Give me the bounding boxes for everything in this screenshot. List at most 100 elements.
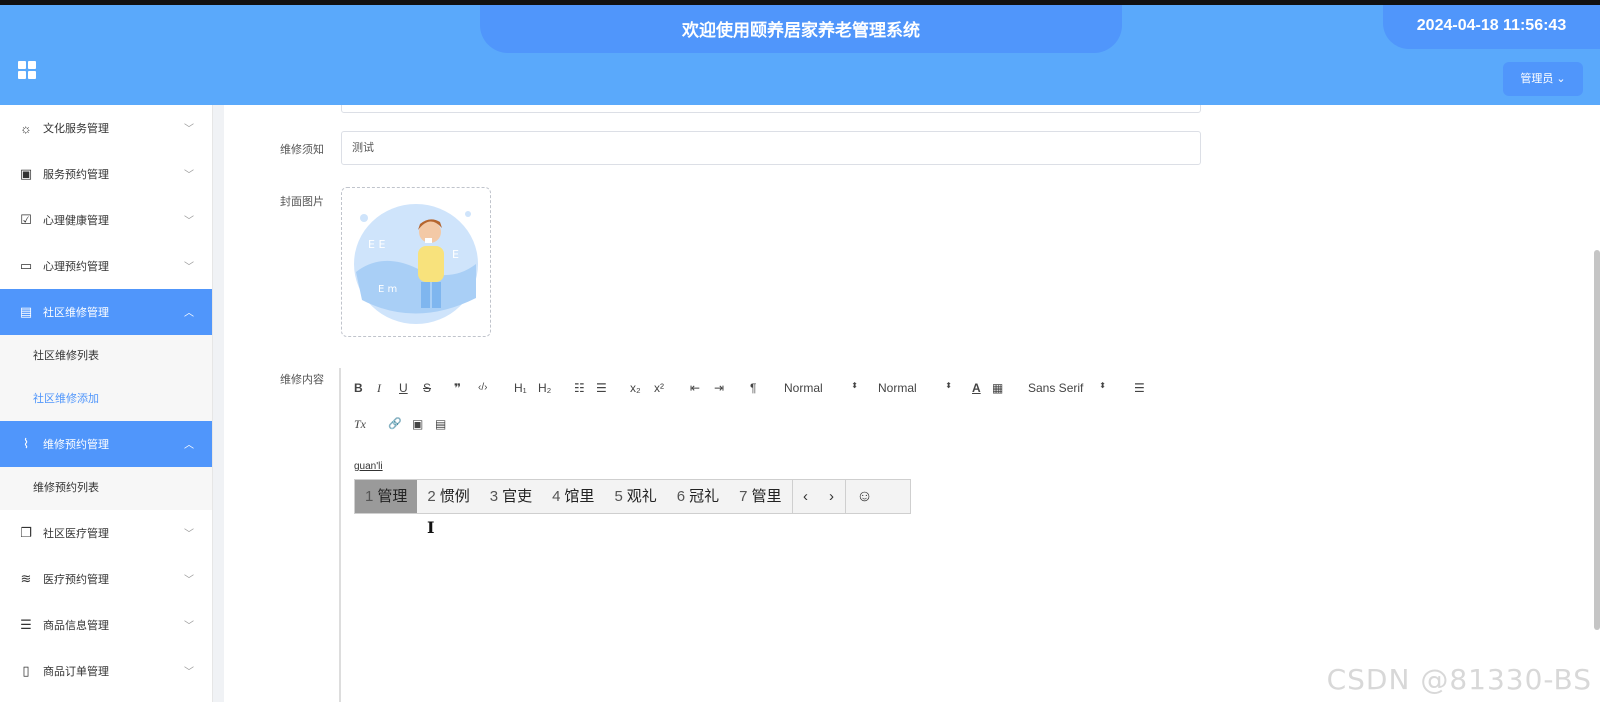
header-select[interactable]: Normal ⬍ xyxy=(878,381,956,395)
ime-candidate-bar: 1 管理 2 惯例 3 官吏 4 馆里 5 观礼 6 冠礼 7 管里 ‹ › ☺ xyxy=(354,479,911,514)
sidebar-item-5[interactable]: ⌇ 维修预约管理 ︿ xyxy=(0,421,212,467)
svg-text:E: E xyxy=(452,248,459,261)
chevron-left-icon[interactable]: ‹ xyxy=(793,480,819,513)
sidebar-item-0[interactable]: ☼ 文化服务管理 ﹀ xyxy=(0,105,212,151)
image-icon[interactable]: ▣ xyxy=(412,417,423,431)
select-arrows-icon: ⬍ xyxy=(945,381,952,390)
sidebar-item-2[interactable]: ☑ 心理健康管理 ﹀ xyxy=(0,197,212,243)
sidebar-item-1[interactable]: ▣ 服务预约管理 ﹀ xyxy=(0,151,212,197)
chevron-down-icon: ﹀ xyxy=(184,575,194,586)
ime-candidate-number: 5 xyxy=(614,488,623,505)
sun-icon: ☼ xyxy=(20,120,32,136)
sidebar-item-label: 社区医疗管理 xyxy=(43,528,109,540)
sidebar-item-8[interactable]: ☰ 商品信息管理 ﹀ xyxy=(0,602,212,648)
clipboard-check-icon: ☑ xyxy=(20,212,32,227)
subscript-button[interactable]: x₂ xyxy=(630,381,641,395)
video-icon[interactable]: ▤ xyxy=(435,417,446,431)
code-icon[interactable]: ‹/› xyxy=(478,382,487,393)
bold-button[interactable]: B xyxy=(354,381,363,395)
header-select-value: Normal xyxy=(878,381,917,395)
paperclip-icon: ⌇ xyxy=(22,436,30,451)
ime-candidate[interactable]: 1 管理 xyxy=(355,480,418,513)
notice-input[interactable]: 测试 xyxy=(341,131,1201,165)
notice-value: 测试 xyxy=(352,142,374,154)
emoji-icon[interactable]: ☺ xyxy=(846,480,884,513)
user-menu-label: 管理员 xyxy=(1520,73,1554,85)
ime-candidate[interactable]: 2 惯例 xyxy=(417,480,479,513)
editor-left-border xyxy=(339,368,341,702)
ime-candidate-number: 4 xyxy=(552,488,561,505)
size-select[interactable]: Normal ⬍ xyxy=(784,381,862,395)
cover-label: 封面图片 xyxy=(280,196,324,208)
sidebar-item-4[interactable]: ▤ 社区维修管理 ︿ xyxy=(0,289,212,335)
ime-candidate-text: 管里 xyxy=(751,488,782,505)
sidebar-item-label: 服务预约管理 xyxy=(43,169,109,181)
sidebar-item-3[interactable]: ▭ 心理预约管理 ﹀ xyxy=(0,243,212,289)
direction-icon[interactable]: ¶ xyxy=(750,381,756,395)
header1-button[interactable]: H₁ xyxy=(514,381,527,395)
chevron-down-icon: ⌄ xyxy=(1556,73,1566,85)
ime-candidate-number: 1 xyxy=(365,488,374,505)
chevron-up-icon: ︿ xyxy=(184,308,194,319)
sidebar-item-label: 心理健康管理 xyxy=(43,215,109,227)
apps-grid-icon[interactable] xyxy=(18,61,36,79)
user-menu-button[interactable]: 管理员 ⌄ xyxy=(1503,62,1583,96)
sidebar-subitem[interactable]: 社区维修列表 xyxy=(0,335,212,378)
ime-candidate-text: 馆里 xyxy=(564,488,595,505)
ime-candidate[interactable]: 5 观礼 xyxy=(604,480,666,513)
notice-label: 维修须知 xyxy=(280,144,324,156)
bullet-list-icon[interactable]: ☰ xyxy=(596,381,607,395)
ime-candidate[interactable]: 7 管里 xyxy=(729,480,791,513)
inbox-icon: ▣ xyxy=(19,166,33,181)
align-icon[interactable]: ☰ xyxy=(1134,381,1145,395)
chevron-right-icon[interactable]: › xyxy=(819,480,845,513)
clear-format-icon[interactable]: Tx xyxy=(354,417,366,432)
ime-candidate-text: 管理 xyxy=(377,488,408,505)
chevron-down-icon: ﹀ xyxy=(184,124,194,135)
superscript-button[interactable]: x² xyxy=(654,381,664,395)
copy-icon: ❐ xyxy=(20,525,32,540)
sidebar-item-label: 社区维修管理 xyxy=(43,307,109,319)
header2-button[interactable]: H₂ xyxy=(538,381,551,395)
select-arrows-icon: ⬍ xyxy=(1099,381,1106,390)
chevron-up-icon: ︿ xyxy=(184,440,194,451)
archive-icon: ▤ xyxy=(19,304,33,319)
phone-icon: ▯ xyxy=(22,663,30,678)
page-scrollbar[interactable] xyxy=(1594,250,1600,630)
sidebar-item-label: 商品订单管理 xyxy=(43,666,109,678)
blockquote-icon[interactable]: ❞ xyxy=(454,381,461,395)
sidebar-item-6[interactable]: ❐ 社区医疗管理 ﹀ xyxy=(0,510,212,556)
text-color-icon[interactable]: A xyxy=(972,381,981,395)
indent-icon[interactable]: ⇥ xyxy=(714,381,724,395)
sidebar-subitem[interactable]: 社区维修添加 xyxy=(0,378,212,421)
previous-field[interactable] xyxy=(341,105,1201,113)
ime-candidate-text: 冠礼 xyxy=(689,488,720,505)
sidebar-subitem[interactable]: 维修预约列表 xyxy=(0,467,212,510)
text-cursor-icon: I xyxy=(427,518,435,537)
chevron-down-icon: ﹀ xyxy=(184,170,194,181)
sidebar-item-9[interactable]: ▯ 商品订单管理 ﹀ xyxy=(0,648,212,694)
select-arrows-icon: ⬍ xyxy=(851,381,858,390)
sidebar-item-label: 医疗预约管理 xyxy=(43,574,109,586)
sidebar-menu: ☼ 文化服务管理 ﹀ ▣ 服务预约管理 ﹀ ☑ 心理健康管理 ﹀ ▭ 心理预约管理 ﹀ ▤ 社区维修管理 ︿… xyxy=(0,105,213,702)
outdent-icon[interactable]: ⇤ xyxy=(690,381,700,395)
italic-button[interactable]: I xyxy=(377,381,381,396)
ime-candidate-number: 6 xyxy=(676,488,686,505)
strike-button[interactable]: S xyxy=(423,381,431,395)
background-color-icon[interactable]: ▦ xyxy=(992,381,1003,395)
ime-candidate[interactable]: 4 馆里 xyxy=(542,480,604,513)
underline-button[interactable]: U xyxy=(399,381,408,395)
main-content: 维修须知 测试 封面图片 E E E E m 维修内容 B I U S ❞ ‹/… xyxy=(224,105,1600,702)
ime-candidate[interactable]: 6 冠礼 xyxy=(667,480,729,513)
chevron-down-icon: ﹀ xyxy=(184,667,194,678)
ime-candidate-number: 7 xyxy=(739,488,748,505)
chevron-down-icon: ﹀ xyxy=(184,529,194,540)
ime-candidate[interactable]: 3 官吏 xyxy=(480,480,542,513)
ordered-list-icon[interactable]: ☷ xyxy=(574,381,585,395)
cover-image-upload[interactable]: E E E E m xyxy=(341,187,491,337)
link-icon[interactable]: 🔗 xyxy=(388,417,402,430)
header-bar: 欢迎使用颐养居家养老管理系统 2024-04-18 11:56:43 管理员 ⌄ xyxy=(0,5,1600,105)
chevron-down-icon: ﹀ xyxy=(184,262,194,273)
sidebar-item-7[interactable]: ≋ 医疗预约管理 ﹀ xyxy=(0,556,212,602)
font-select[interactable]: Sans Serif ⬍ xyxy=(1028,381,1110,395)
